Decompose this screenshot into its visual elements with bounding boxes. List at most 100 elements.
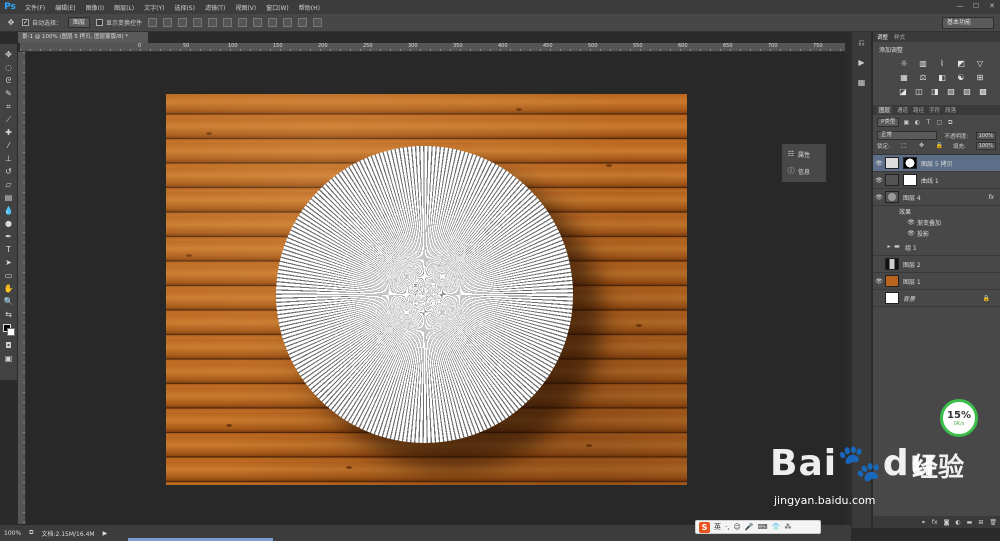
opacity-input[interactable]: 100% — [975, 131, 996, 140]
add-mask-icon[interactable]: ◙ — [944, 519, 950, 526]
status-menu-arrow-icon[interactable]: ▶ — [103, 530, 108, 537]
align-top-icon[interactable] — [148, 18, 158, 27]
posterize-icon[interactable]: ◫ — [913, 87, 925, 97]
trash-icon[interactable]: 🗑 — [989, 519, 997, 526]
align-vcenter-icon[interactable] — [163, 18, 173, 27]
type-tool-icon[interactable]: T — [2, 243, 16, 256]
history-panel-icon[interactable]: ⎌ — [856, 38, 868, 48]
layer-row[interactable]: 背景 🔒 — [873, 290, 1000, 307]
distribute-left-icon[interactable] — [283, 18, 293, 27]
screen-mode-icon[interactable]: ▣ — [2, 352, 16, 365]
properties-panel-button[interactable]: ☷ 属性 — [782, 147, 826, 161]
levels-icon[interactable]: ▥ — [916, 59, 930, 69]
gradient-map-icon[interactable]: ▨ — [961, 87, 973, 97]
vibrance-icon[interactable]: ▦ — [897, 73, 911, 83]
background-color[interactable] — [6, 328, 15, 336]
threshold-icon[interactable]: ◨ — [929, 87, 941, 97]
visibility-eye-icon[interactable]: 👁 — [873, 177, 885, 184]
distribute-bottom-icon[interactable] — [268, 18, 278, 27]
workspace-dropdown[interactable]: 基本功能 — [942, 17, 994, 29]
menu-window[interactable]: 窗口(W) — [261, 3, 294, 12]
layer-effects-badge[interactable]: fx — [988, 194, 994, 201]
history-brush-tool-icon[interactable]: ↺ — [2, 165, 16, 178]
visibility-eye-icon[interactable]: 👁 — [905, 219, 917, 226]
invert-icon[interactable]: ◪ — [897, 87, 909, 97]
filter-pixel-icon[interactable]: ▣ — [902, 119, 910, 127]
marquee-tool-icon[interactable]: ◌ — [2, 61, 16, 74]
tab-paths[interactable]: 路径 — [913, 106, 924, 114]
photo-filter-icon[interactable]: ⊞ — [973, 73, 987, 83]
gradient-tool-icon[interactable]: ▤ — [2, 191, 16, 204]
color-balance-icon[interactable]: ◧ — [935, 73, 949, 83]
distribute-vcenter-icon[interactable] — [253, 18, 263, 27]
menu-image[interactable]: 图像(I) — [81, 3, 109, 12]
layer-row[interactable]: 👁 图层 4 fx — [873, 189, 1000, 206]
new-adjustment-icon[interactable]: ◐ — [955, 519, 960, 526]
new-group-icon[interactable]: ▬ — [967, 519, 973, 526]
document-size[interactable]: 文档:2.15M/16.4M — [41, 529, 94, 538]
canvas-area[interactable] — [26, 52, 845, 524]
tab-layers[interactable]: 图层 — [877, 106, 893, 114]
healing-brush-tool-icon[interactable]: ✚ — [2, 126, 16, 139]
shape-tool-icon[interactable]: ▭ — [2, 269, 16, 282]
layer-row[interactable]: 👁 图层 1 — [873, 273, 1000, 290]
blend-mode-dropdown[interactable]: 正常 — [877, 131, 937, 140]
filter-smart-icon[interactable]: ⧉ — [946, 119, 954, 127]
layer-comps-icon[interactable]: ▦ — [856, 78, 868, 88]
link-layers-icon[interactable]: ⚭ — [921, 519, 926, 526]
hand-tool-icon[interactable]: ✋ — [2, 282, 16, 295]
punctuation-icon[interactable]: ·, — [725, 523, 729, 531]
lock-pixels-icon[interactable]: ⬚ — [900, 142, 908, 150]
effect-row[interactable]: 👁 渐变叠加 — [873, 217, 1000, 228]
blur-tool-icon[interactable]: 💧 — [2, 204, 16, 217]
tab-adjustments[interactable]: 调整 — [877, 33, 888, 41]
lock-position-icon[interactable]: ✥ — [917, 142, 925, 150]
distribute-right-icon[interactable] — [313, 18, 323, 27]
new-layer-icon[interactable]: ⊞ — [978, 519, 983, 526]
move-tool-icon[interactable]: ✥ — [6, 18, 16, 28]
color-swatches[interactable] — [2, 323, 16, 339]
visibility-eye-icon[interactable]: 👁 — [873, 160, 885, 167]
menu-type[interactable]: 文字(Y) — [139, 3, 169, 12]
document-tab[interactable]: 景-1 @ 100% (图层 5 拷贝, 图层蒙版/8) * — [18, 32, 148, 43]
menu-select[interactable]: 选择(S) — [169, 3, 200, 12]
path-select-tool-icon[interactable]: ➤ — [2, 256, 16, 269]
align-bottom-icon[interactable] — [178, 18, 188, 27]
zoom-level[interactable]: 100% — [4, 530, 21, 537]
channel-mixer-icon[interactable]: ▩ — [977, 87, 989, 97]
menu-layer[interactable]: 图层(L) — [109, 3, 139, 12]
actions-panel-icon[interactable]: ▶ — [856, 58, 868, 68]
tools-grid-icon[interactable]: ⁂ — [784, 523, 791, 531]
layer-row[interactable]: 👁 图层 5 拷贝 — [873, 155, 1000, 172]
minimize-button[interactable]: — — [956, 2, 964, 10]
eyedropper-tool-icon[interactable]: ⟋ — [2, 113, 16, 126]
quick-select-tool-icon[interactable]: ✎ — [2, 87, 16, 100]
brush-tool-icon[interactable]: ⁄ — [2, 139, 16, 152]
black-white-icon[interactable]: ☯ — [954, 73, 968, 83]
layer-filter-dropdown[interactable]: P类型 — [877, 118, 900, 127]
chevron-right-icon[interactable]: ▸ — [885, 243, 893, 251]
auto-select-target-dropdown[interactable]: 图层 — [68, 17, 91, 28]
effect-row[interactable]: 👁 投影 — [873, 228, 1000, 239]
tab-character[interactable]: 字符 — [929, 106, 940, 114]
menu-filter[interactable]: 滤镜(T) — [200, 3, 230, 12]
zoom-tool-icon[interactable]: 🔍 — [2, 295, 16, 308]
add-style-icon[interactable]: fx — [932, 519, 938, 526]
eraser-tool-icon[interactable]: ▱ — [2, 178, 16, 191]
fill-input[interactable]: 100% — [975, 142, 996, 150]
show-transform-checkbox[interactable]: 显示变换控件 — [96, 18, 142, 27]
tab-styles[interactable]: 样式 — [894, 33, 905, 41]
emoji-icon[interactable]: ☺ — [733, 523, 740, 531]
exposure-icon[interactable]: ◩ — [954, 59, 968, 69]
sogou-logo-icon[interactable]: S — [699, 521, 710, 533]
layer-row[interactable]: 👁 曲线 1 — [873, 172, 1000, 189]
menu-file[interactable]: 文件(F) — [20, 3, 50, 12]
crop-tool-icon[interactable]: ⌗ — [2, 100, 16, 113]
visibility-eye-icon[interactable]: 👁 — [873, 194, 885, 201]
status-icon[interactable]: ⧉ — [29, 529, 33, 537]
info-panel-button[interactable]: ⓘ 信息 — [782, 164, 826, 178]
align-right-icon[interactable] — [223, 18, 233, 27]
distribute-hcenter-icon[interactable] — [298, 18, 308, 27]
layer-row[interactable]: 图层 2 — [873, 256, 1000, 273]
distribute-top-icon[interactable] — [238, 18, 248, 27]
